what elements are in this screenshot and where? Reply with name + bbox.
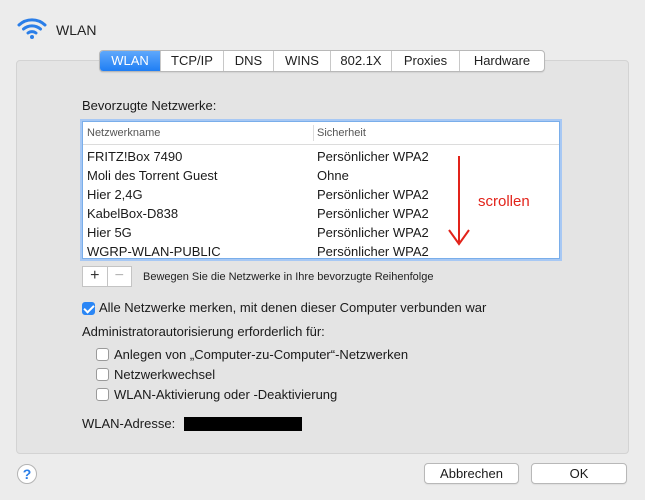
network-name: Hier 2,4G bbox=[87, 187, 143, 202]
table-row[interactable]: Hier 5G Persönlicher WPA2 bbox=[83, 223, 559, 242]
admin-auth-label: Administratorautorisierung erforderlich … bbox=[82, 324, 325, 339]
cancel-button[interactable]: Abbrechen bbox=[424, 463, 519, 484]
wlan-toggle-checkbox[interactable] bbox=[96, 388, 109, 401]
computer-to-computer-label[interactable]: Anlegen von „Computer-zu-Computer“-Netzw… bbox=[114, 347, 408, 362]
networks-table[interactable]: Netzwerkname Sicherheit FRITZ!Box 7490 P… bbox=[82, 121, 560, 259]
network-name: KabelBox-D838 bbox=[87, 206, 179, 221]
network-security: Persönlicher WPA2 bbox=[317, 187, 429, 202]
tab-wlan[interactable]: WLAN bbox=[100, 51, 161, 71]
scroll-annotation: scrollen bbox=[478, 193, 530, 210]
remember-networks-checkbox[interactable] bbox=[82, 302, 95, 315]
table-header: Netzwerkname Sicherheit bbox=[83, 122, 559, 145]
network-security: Persönlicher WPA2 bbox=[317, 149, 429, 164]
wlan-address-redacted bbox=[184, 417, 302, 431]
remove-network-button[interactable]: − bbox=[106, 267, 132, 286]
network-security: Persönlicher WPA2 bbox=[317, 244, 429, 259]
tab-8021x[interactable]: 802.1X bbox=[331, 51, 392, 71]
network-security: Ohne bbox=[317, 168, 349, 183]
network-name: WGRP-WLAN-PUBLIC bbox=[87, 244, 221, 259]
computer-to-computer-checkbox[interactable] bbox=[96, 348, 109, 361]
network-change-label[interactable]: Netzwerkwechsel bbox=[114, 367, 215, 382]
column-divider bbox=[313, 125, 314, 141]
tab-dns[interactable]: DNS bbox=[224, 51, 274, 71]
network-security: Persönlicher WPA2 bbox=[317, 225, 429, 240]
network-name: Moli des Torrent Guest bbox=[87, 168, 218, 183]
remember-networks-label[interactable]: Alle Netzwerke merken, mit denen dieser … bbox=[99, 300, 486, 315]
table-row[interactable]: FRITZ!Box 7490 Persönlicher WPA2 bbox=[83, 147, 559, 166]
ok-button[interactable]: OK bbox=[531, 463, 627, 484]
network-name: Hier 5G bbox=[87, 225, 132, 240]
wifi-icon bbox=[17, 18, 47, 39]
tab-proxies[interactable]: Proxies bbox=[392, 51, 460, 71]
reorder-hint: Bewegen Sie die Netzwerke in Ihre bevorz… bbox=[143, 271, 434, 283]
network-security: Persönlicher WPA2 bbox=[317, 206, 429, 221]
column-header-security[interactable]: Sicherheit bbox=[317, 127, 366, 139]
tab-wins[interactable]: WINS bbox=[274, 51, 331, 71]
preferred-networks-label: Bevorzugte Netzwerke: bbox=[82, 98, 217, 113]
column-header-name[interactable]: Netzwerkname bbox=[87, 127, 160, 139]
tab-bar: WLAN TCP/IP DNS WINS 802.1X Proxies Hard… bbox=[99, 50, 545, 72]
add-network-button[interactable]: + bbox=[83, 267, 107, 286]
add-remove-control: + − bbox=[82, 266, 132, 287]
table-row[interactable]: WGRP-WLAN-PUBLIC Persönlicher WPA2 bbox=[83, 242, 559, 259]
scroll-arrow-icon bbox=[448, 156, 470, 246]
tab-tcpip[interactable]: TCP/IP bbox=[161, 51, 224, 71]
table-row[interactable]: Moli des Torrent Guest Ohne bbox=[83, 166, 559, 185]
wlan-toggle-label[interactable]: WLAN-Aktivierung oder -Deaktivierung bbox=[114, 387, 337, 402]
wlan-address-label: WLAN-Adresse: bbox=[82, 416, 176, 431]
tab-hardware[interactable]: Hardware bbox=[460, 51, 544, 71]
window-title: WLAN bbox=[56, 22, 97, 38]
network-change-checkbox[interactable] bbox=[96, 368, 109, 381]
help-button[interactable]: ? bbox=[17, 464, 37, 484]
network-name: FRITZ!Box 7490 bbox=[87, 149, 183, 164]
